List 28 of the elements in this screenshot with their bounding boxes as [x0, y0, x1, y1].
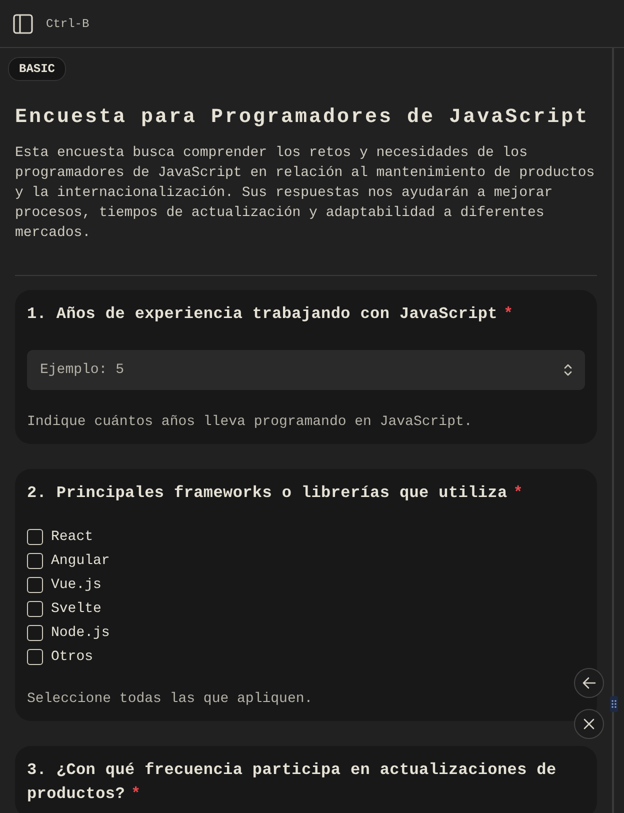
question-title: 3. ¿Con qué frecuencia participa en actualizaciones de productos? *	[27, 760, 558, 805]
sidebar-toggle-icon[interactable]	[13, 14, 33, 34]
checkbox[interactable]	[27, 649, 43, 665]
checkbox[interactable]	[27, 529, 43, 545]
help-text: Indique cuántos años lleva programando en JavaScript.	[27, 413, 474, 432]
help-text: Seleccione todas las que apliquen.	[27, 690, 314, 709]
option-label[interactable]: Vue.js	[51, 577, 102, 593]
close-icon	[583, 718, 595, 730]
checkbox[interactable]	[27, 601, 43, 617]
close-button[interactable]	[574, 709, 604, 739]
question-title: 2. Principales frameworks o librerías que utiliza *	[27, 483, 524, 504]
question-title: 1. Años de experiencia trabajando con JavaScript *	[27, 304, 514, 325]
back-arrow-icon	[582, 676, 596, 690]
option-label[interactable]: Otros	[51, 649, 94, 665]
shortcut-hint: Ctrl-B	[46, 16, 90, 30]
option-label[interactable]: Node.js	[51, 625, 110, 641]
checkbox[interactable]	[27, 553, 43, 569]
level-badge: BASIC	[8, 57, 66, 81]
checkbox[interactable]	[27, 625, 43, 641]
checkbox[interactable]	[27, 577, 43, 593]
survey-title: Encuesta para Programadores de JavaScript	[15, 105, 590, 131]
option-label[interactable]: React	[51, 529, 94, 545]
drag-handle-icon[interactable]	[610, 696, 618, 712]
survey-description: Esta encuesta busca comprender los retos y necesidades de los programadores de JavaScript en relación al mantenimiento de productos y la internacionalización. Sus respuestas nos ayudarán a mejorar procesos, tiempos de actualización y adaptabilidad a diferentes mercados.	[15, 144, 596, 243]
option-label[interactable]: Angular	[51, 553, 110, 569]
number-input[interactable]: Ejemplo: 5	[27, 350, 585, 390]
option-label[interactable]: Svelte	[51, 601, 102, 617]
spinner-icon[interactable]	[563, 362, 573, 378]
